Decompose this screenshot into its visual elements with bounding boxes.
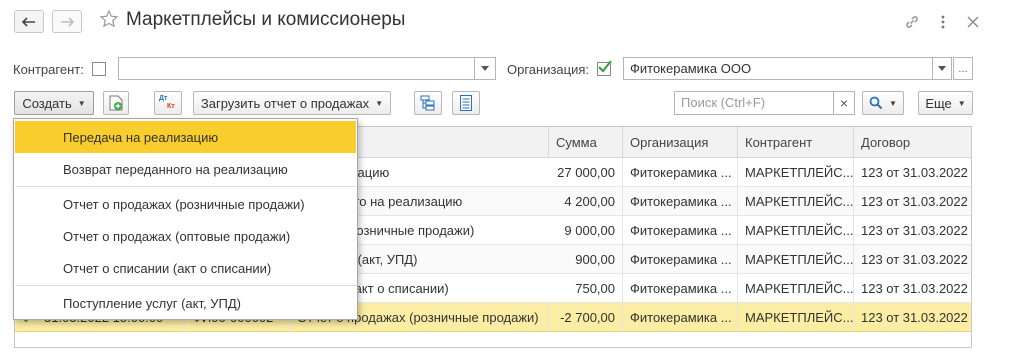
create-from-copy-button[interactable] — [103, 91, 129, 115]
counterparty-cell: МАРКЕТПЛЕЙС... — [738, 158, 854, 187]
search-clear-button[interactable]: × — [833, 91, 855, 115]
list-icon — [460, 95, 472, 111]
more-button[interactable]: Еще ▼ — [918, 91, 973, 115]
contract-cell: 123 от 31.03.2022 — [861, 165, 968, 180]
more-button-label: Еще — [925, 95, 952, 111]
organization-cell: Фитокерамика ... — [623, 303, 738, 332]
menu-separator — [15, 285, 356, 286]
organization-select-button[interactable]: ... — [953, 57, 973, 80]
menu-separator — [15, 186, 356, 187]
create-button[interactable]: Создать ▼ — [14, 91, 94, 115]
menu-item-transfer-for-sale[interactable]: Передача на реализацию — [15, 121, 356, 153]
menu-item-return-transferred[interactable]: Возврат переданного на реализацию — [15, 153, 356, 185]
column-header-contract[interactable]: Договор — [854, 127, 971, 158]
counterparty-checkbox[interactable] — [92, 62, 106, 76]
close-icon[interactable] — [964, 13, 982, 31]
sum-cell: -2 700,00 — [549, 303, 623, 332]
organization-label: Организация: — [507, 62, 590, 77]
counterparty-cell: МАРКЕТПЛЕЙС... — [738, 245, 854, 274]
counterparty-cell: МАРКЕТПЛЕЙС... — [738, 216, 854, 245]
column-header-sum[interactable]: Сумма — [549, 127, 623, 158]
menu-item-write-off-report[interactable]: Отчет о списании (акт о списании) — [15, 252, 356, 284]
arrow-left-icon — [22, 16, 35, 27]
document-add-icon — [109, 95, 123, 111]
column-header-counterparty[interactable]: Контрагент — [738, 127, 854, 158]
page-title: Маркетплейсы и комиссионеры — [126, 9, 406, 30]
counterparty-dropdown-button[interactable] — [474, 57, 496, 80]
search-input[interactable]: Поиск (Ctrl+F) — [674, 91, 834, 115]
link-icon[interactable] — [903, 13, 921, 31]
create-menu: Передача на реализацию Возврат переданно… — [13, 118, 358, 320]
counterparty-cell: МАРКЕТПЛЕЙС... — [738, 187, 854, 216]
load-report-label: Загрузить отчет о продажах — [200, 95, 370, 111]
menu-item-services-receipt[interactable]: Поступление услуг (акт, УПД) — [15, 287, 356, 319]
sum-cell: 9 000,00 — [549, 216, 623, 245]
organization-dropdown-button[interactable] — [932, 57, 952, 80]
organization-field[interactable]: Фитокерамика ООО — [623, 57, 933, 80]
list-button[interactable] — [452, 91, 480, 115]
search-icon — [869, 96, 883, 110]
sum-cell: 750,00 — [549, 274, 623, 303]
sum-cell: 4 200,00 — [549, 187, 623, 216]
chevron-down-icon: ▼ — [889, 98, 897, 108]
contract-cell: 123 от 31.03.2022 — [861, 310, 968, 325]
chevron-down-icon: ▼ — [77, 98, 86, 108]
menu-item-retail-sales-report[interactable]: Отчет о продажах (розничные продажи) — [15, 188, 356, 220]
menu-item-wholesale-sales-report[interactable]: Отчет о продажах (оптовые продажи) — [15, 220, 356, 252]
organization-cell: Фитокерамика ... — [623, 158, 738, 187]
dt-kt-icon: Дт Кт — [159, 95, 175, 110]
sum-cell: 27 000,00 — [549, 158, 623, 187]
sum-cell: 900,00 — [549, 245, 623, 274]
chevron-down-icon — [938, 66, 946, 71]
organization-cell: Фитокерамика ... — [623, 216, 738, 245]
contract-cell: 123 от 31.03.2022 — [861, 281, 968, 296]
dt-kt-button[interactable]: Дт Кт — [154, 91, 182, 115]
star-icon[interactable] — [99, 9, 119, 29]
contract-cell: 123 от 31.03.2022 — [861, 252, 968, 267]
checkmark-icon — [598, 60, 612, 73]
hierarchy-icon — [420, 95, 435, 111]
column-header-organization[interactable]: Организация — [623, 127, 738, 158]
chevron-down-icon: ▼ — [957, 98, 966, 108]
search-button[interactable]: ▼ — [862, 91, 904, 115]
chevron-down-icon — [481, 66, 489, 71]
counterparty-label: Контрагент: — [13, 62, 84, 77]
organization-cell: Фитокерамика ... — [623, 187, 738, 216]
create-button-label: Создать — [22, 95, 72, 111]
counterparty-cell: МАРКЕТПЛЕЙС... — [738, 274, 854, 303]
organization-cell: Фитокерамика ... — [623, 274, 738, 303]
counterparty-field[interactable] — [118, 57, 475, 80]
arrow-right-icon — [61, 16, 74, 27]
structure-button[interactable] — [414, 91, 442, 115]
back-button[interactable] — [14, 10, 44, 33]
organization-cell: Фитокерамика ... — [623, 245, 738, 274]
forward-button[interactable] — [52, 10, 82, 33]
organization-checkbox[interactable] — [597, 60, 612, 76]
counterparty-cell: МАРКЕТПЛЕЙС... — [738, 303, 854, 332]
load-report-button[interactable]: Загрузить отчет о продажах ▼ — [193, 91, 391, 115]
more-vertical-icon[interactable] — [934, 13, 952, 31]
contract-cell: 123 от 31.03.2022 — [861, 194, 968, 209]
contract-cell: 123 от 31.03.2022 — [861, 223, 968, 238]
chevron-down-icon: ▼ — [375, 98, 384, 108]
